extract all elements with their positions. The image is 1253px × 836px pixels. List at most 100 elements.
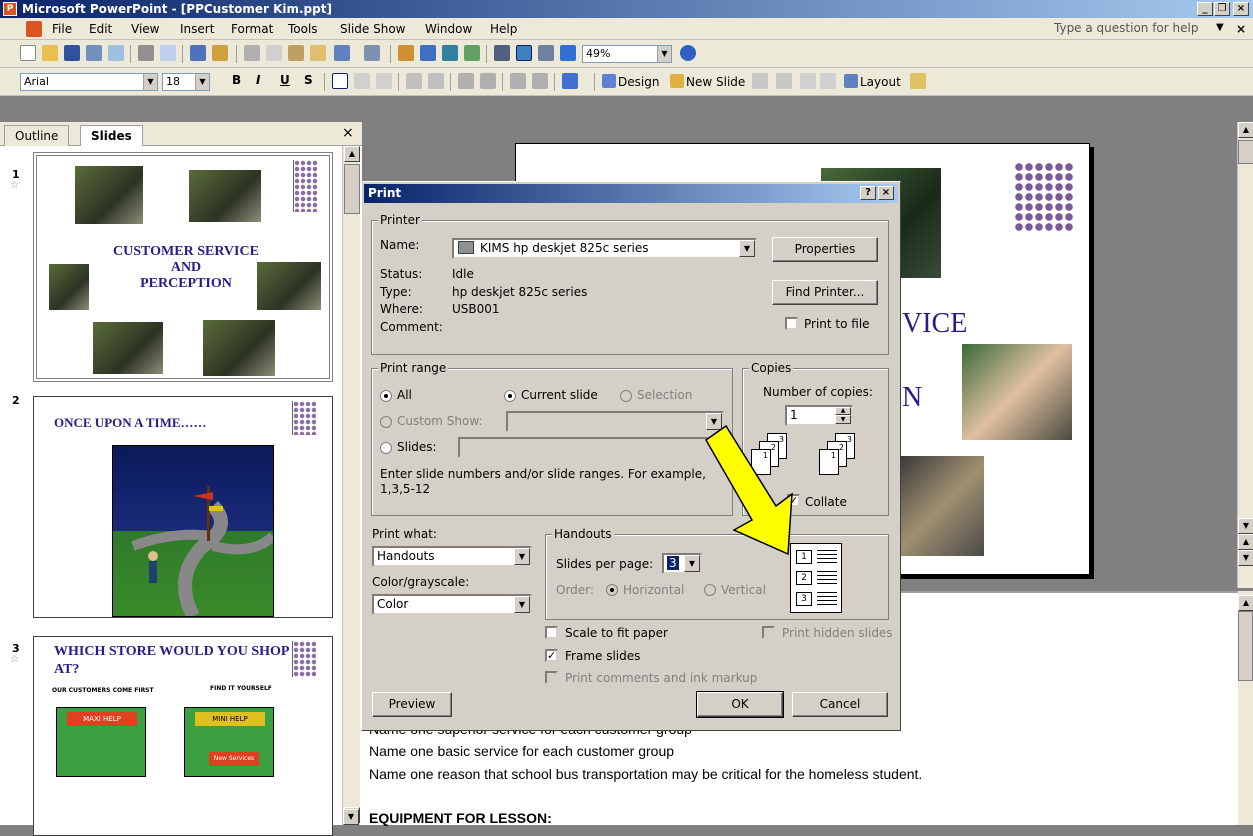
close-dialog-button[interactable]: × (878, 186, 894, 200)
frame-slides-label[interactable]: Frame slides (565, 649, 640, 663)
help-dropdown-icon[interactable]: ▼ (1216, 22, 1224, 33)
align-right-icon[interactable] (376, 73, 392, 89)
slides-radio[interactable] (380, 442, 392, 454)
design-button[interactable]: Design (618, 75, 659, 89)
font-color-icon[interactable] (562, 73, 578, 89)
slide-thumbnail-3[interactable]: WHICH STORE WOULD YOU SHOP AT? OUR CUSTO… (33, 636, 333, 836)
scroll-down-icon[interactable]: ▼ (1238, 518, 1253, 534)
design-icon[interactable] (602, 74, 616, 88)
current-slide-radio[interactable] (504, 390, 516, 402)
align-left-icon[interactable] (332, 73, 348, 89)
expand-all-icon[interactable] (494, 45, 510, 61)
all-radio[interactable] (380, 390, 392, 402)
permission-icon[interactable] (86, 45, 102, 61)
chevron-down-icon[interactable]: ▼ (514, 548, 530, 565)
all-label[interactable]: All (397, 388, 412, 402)
collapse-icon[interactable] (776, 73, 792, 89)
custom-show-radio[interactable] (380, 416, 392, 428)
layout-button[interactable]: Layout (860, 75, 901, 89)
scroll-thumb[interactable] (344, 164, 360, 214)
printer-name-select[interactable]: KIMS hp deskjet 825c series ▼ (452, 238, 757, 259)
email-icon[interactable] (108, 45, 124, 61)
decrease-font-icon[interactable] (480, 73, 496, 89)
insert-diagram-icon[interactable] (464, 45, 480, 61)
notes-scrollbar[interactable]: ▲ (1238, 591, 1253, 825)
insert-chart-icon[interactable] (398, 45, 414, 61)
menu-format[interactable]: Format (231, 22, 273, 36)
help-icon[interactable] (680, 45, 696, 61)
slides-scrollbar[interactable]: ▲ ▼ (342, 146, 360, 825)
close-window-button[interactable]: × (1233, 2, 1249, 16)
research-icon[interactable] (212, 45, 228, 61)
print-preview-icon[interactable] (160, 45, 176, 61)
properties-button[interactable]: Properties (772, 237, 878, 262)
tab-slides[interactable]: Slides (80, 125, 143, 146)
chevron-down-icon[interactable]: ▼ (195, 74, 209, 90)
scale-checkbox[interactable] (545, 626, 558, 639)
menu-window[interactable]: Window (425, 22, 472, 36)
layout-icon[interactable] (844, 74, 858, 88)
open-icon[interactable] (42, 45, 58, 61)
align-center-icon[interactable] (354, 73, 370, 89)
chevron-down-icon[interactable]: ▼ (657, 46, 671, 62)
font-combo[interactable]: Arial ▼ (20, 73, 158, 91)
redo-icon[interactable] (364, 45, 380, 61)
scroll-thumb[interactable] (1238, 140, 1253, 164)
help-button[interactable]: ? (860, 186, 876, 200)
close-pane-icon[interactable]: × (342, 125, 354, 141)
scroll-down-icon[interactable]: ▼ (343, 809, 359, 825)
font-size-combo[interactable]: 18 ▼ (162, 73, 210, 91)
collate-label[interactable]: Collate (805, 495, 847, 509)
chevron-down-icon[interactable]: ▼ (143, 74, 157, 90)
bold-button[interactable]: B (232, 73, 241, 87)
save-icon[interactable] (64, 45, 80, 61)
format-painter-icon[interactable] (310, 45, 326, 61)
decrease-indent-icon[interactable] (510, 73, 526, 89)
slide-scrollbar[interactable]: ▲ ▼ ▲ ▼ (1237, 122, 1253, 588)
find-printer-button[interactable]: Find Printer... (772, 280, 878, 305)
move-down-icon[interactable] (820, 73, 836, 89)
underline-button[interactable]: U (280, 73, 290, 87)
bullets-icon[interactable] (428, 73, 444, 89)
new-icon[interactable] (20, 45, 36, 61)
next-slide-icon[interactable]: ▼ (1238, 550, 1253, 566)
menu-insert[interactable]: Insert (180, 22, 214, 36)
help-search-input[interactable]: Type a question for help (1054, 21, 1204, 37)
scroll-up-icon[interactable]: ▲ (344, 146, 360, 162)
color-select[interactable]: Color ▼ (372, 594, 532, 615)
increase-font-icon[interactable] (458, 73, 474, 89)
spin-up-icon[interactable]: ▲ (835, 407, 851, 415)
color-grayscale-icon[interactable] (560, 45, 576, 61)
scale-label[interactable]: Scale to fit paper (565, 626, 668, 640)
chevron-down-icon[interactable]: ▼ (684, 555, 700, 572)
zoom-combo[interactable]: 49% ▼ (582, 45, 672, 63)
print-to-file-label[interactable]: Print to file (804, 317, 870, 331)
undo-icon[interactable] (334, 45, 350, 61)
slide-thumbnail-2[interactable]: ONCE UPON A TIME…… (33, 396, 333, 618)
menu-slide-show[interactable]: Slide Show (340, 22, 405, 36)
grid-icon[interactable] (538, 45, 554, 61)
print-icon[interactable] (138, 45, 154, 61)
cut-icon[interactable] (244, 45, 260, 61)
menu-tools[interactable]: Tools (288, 22, 318, 36)
scroll-up-icon[interactable]: ▲ (1238, 122, 1253, 138)
menu-view[interactable]: View (131, 22, 159, 36)
new-slide-button[interactable]: New Slide (686, 75, 745, 89)
italic-button[interactable]: I (256, 73, 260, 87)
numbering-icon[interactable] (406, 73, 422, 89)
preview-button[interactable]: Preview (372, 692, 452, 717)
cancel-button[interactable]: Cancel (792, 692, 888, 717)
previous-slide-icon[interactable]: ▲ (1238, 534, 1253, 550)
show-formatting-icon[interactable] (516, 45, 532, 61)
frame-slides-checkbox[interactable]: ✓ (545, 649, 558, 662)
dialog-title-bar[interactable]: Print ? × (364, 184, 898, 203)
selection-radio[interactable] (620, 390, 632, 402)
tables-borders-icon[interactable] (442, 45, 458, 61)
chevron-down-icon[interactable]: ▼ (514, 596, 530, 613)
slides-label[interactable]: Slides: (397, 440, 437, 454)
powerpoint-icon[interactable]: P (3, 2, 17, 16)
slides-per-page-select[interactable]: 3 ▼ (662, 553, 702, 574)
current-slide-label[interactable]: Current slide (521, 388, 598, 402)
new-slide-icon[interactable] (670, 74, 684, 88)
minimize-button[interactable]: _ (1197, 2, 1213, 16)
